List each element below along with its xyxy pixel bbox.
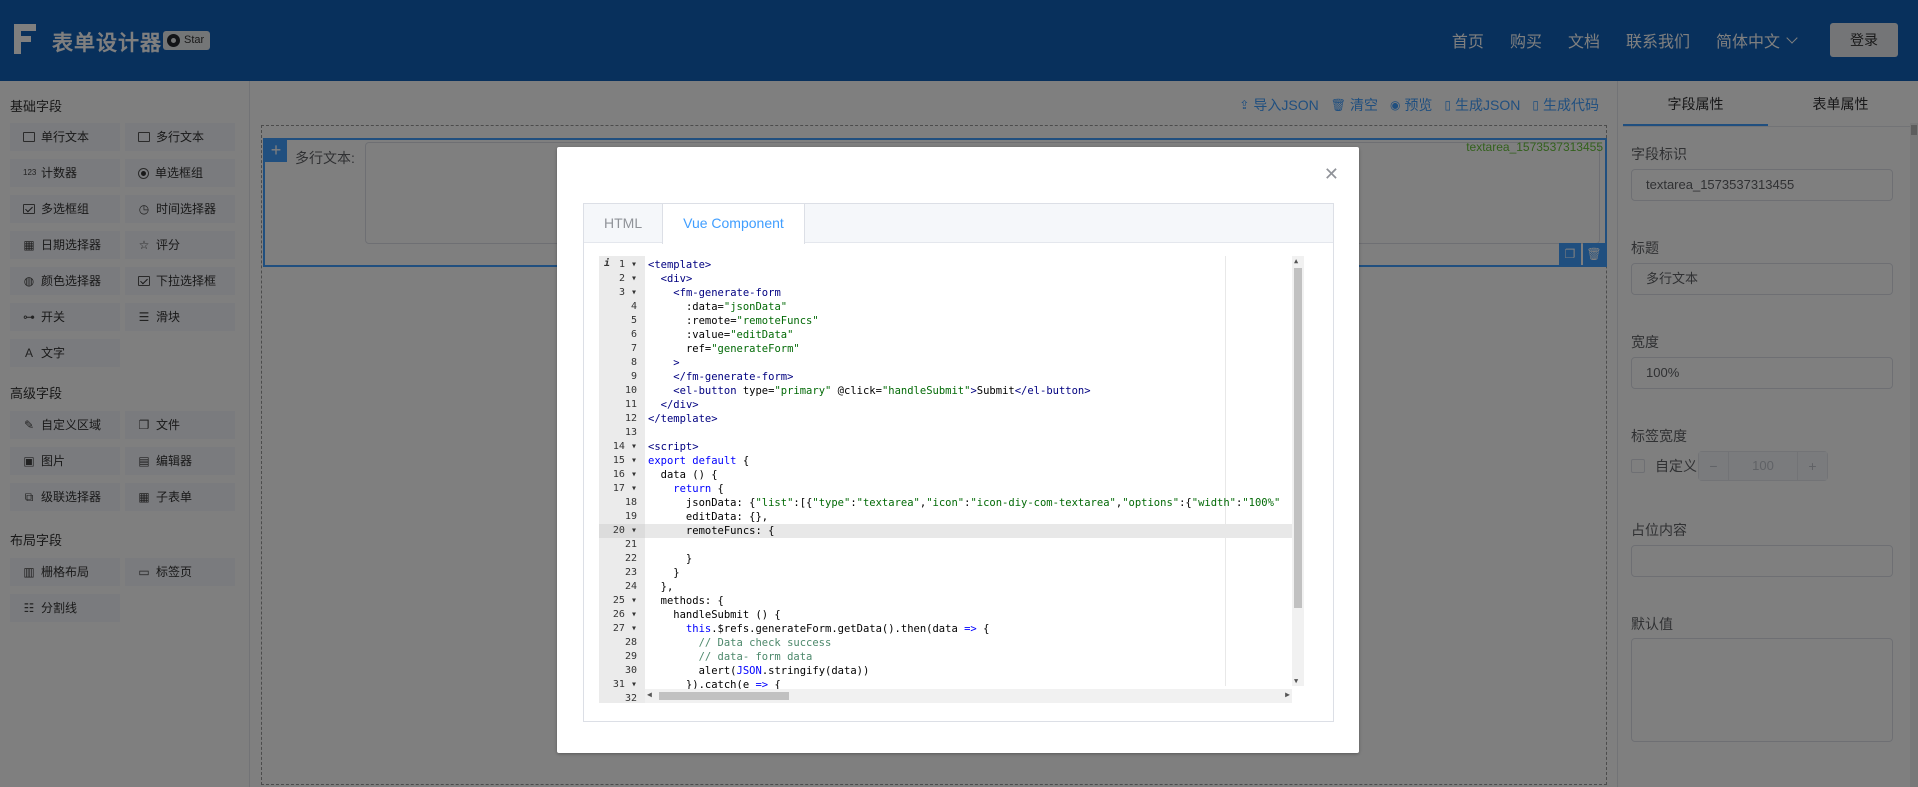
- code-line: :data="jsonData": [685, 301, 788, 313]
- line-number: 30: [624, 665, 637, 676]
- line-number: 17 ▾: [612, 483, 637, 494]
- line-number: 8: [630, 357, 637, 368]
- line-number: 4: [630, 301, 637, 312]
- line-number: 1 ▾: [618, 259, 637, 270]
- code-line: // Data check success: [698, 637, 832, 649]
- code-line: this.$refs.generateForm.getData().then(d…: [685, 623, 990, 635]
- line-number: 7: [630, 343, 637, 354]
- line-number: 5: [630, 315, 637, 326]
- code-line: jsonData: {"list":[{"type":"textarea","i…: [648, 497, 1281, 509]
- scroll-left-icon[interactable]: ◀: [647, 690, 652, 699]
- line-number: 29: [624, 651, 637, 662]
- tab-html[interactable]: HTML: [584, 204, 662, 242]
- line-number: 19: [624, 511, 637, 522]
- vertical-scroll-thumb[interactable]: [1294, 268, 1302, 608]
- line-number: 10: [624, 385, 637, 396]
- line-number: 32: [624, 693, 637, 703]
- line-number: 28: [624, 637, 637, 648]
- code-line: :remote="remoteFuncs": [685, 315, 819, 327]
- code-line: export default {: [648, 455, 750, 467]
- code-line: remoteFuncs: {: [648, 525, 775, 537]
- code-line: methods: {: [648, 595, 724, 607]
- code-line: :value="editData": [685, 329, 794, 341]
- line-number: 16 ▾: [612, 469, 637, 480]
- line-number: 20 ▾: [599, 524, 645, 538]
- horizontal-scroll-thumb[interactable]: [659, 692, 789, 700]
- code-line: </fm-generate-form>: [673, 371, 794, 383]
- line-number: 3 ▾: [618, 287, 637, 298]
- line-number: 15 ▾: [612, 455, 637, 466]
- code-line: // data- form data: [698, 651, 813, 663]
- scroll-right-icon[interactable]: ▶: [1285, 690, 1290, 699]
- code-line: return {: [673, 483, 724, 495]
- line-number: 31 ▾: [612, 679, 637, 690]
- print-margin: [1225, 256, 1226, 686]
- code-line: }: [648, 567, 680, 579]
- line-number: 27 ▾: [612, 623, 637, 634]
- line-number: 22: [624, 553, 637, 564]
- line-number: 18: [624, 497, 637, 508]
- scroll-up-icon[interactable]: ▲: [1294, 257, 1298, 265]
- code-line: },: [648, 581, 674, 593]
- line-number: 25 ▾: [612, 595, 637, 606]
- code-line: alert(JSON.stringify(data)): [648, 665, 870, 677]
- code-line: <div>: [660, 273, 693, 285]
- code-line: }: [648, 553, 693, 565]
- line-number: 13: [624, 427, 637, 438]
- code-line: <script>: [648, 441, 699, 453]
- scroll-down-icon[interactable]: ▼: [1294, 677, 1298, 685]
- editor-vertical-scrollbar[interactable]: ▲ ▼: [1292, 256, 1304, 686]
- code-line: <template>: [648, 259, 712, 271]
- line-number: 24: [624, 581, 637, 592]
- line-number: 26 ▾: [612, 609, 637, 620]
- line-number: 9: [630, 371, 637, 382]
- line-number: 11: [624, 399, 637, 410]
- code-line: </template>: [648, 413, 718, 425]
- code-line: ref="generateForm": [685, 343, 800, 355]
- line-number: 12: [624, 413, 637, 424]
- line-number: 6: [630, 329, 637, 340]
- editor-horizontal-scrollbar[interactable]: ◀ ▶: [645, 689, 1292, 703]
- line-number: 23: [624, 567, 637, 578]
- code-line: <el-button type="primary" @click="handle…: [673, 385, 1091, 397]
- code-line: data () {: [648, 469, 718, 481]
- code-tabs-container: HTML Vue Component i 1 ▾ 2 ▾ 3 ▾ 4 5 6 7 8 …: [583, 203, 1334, 722]
- close-icon[interactable]: ✕: [1324, 165, 1339, 183]
- code-line: >: [673, 357, 680, 369]
- editor-gutter: i 1 ▾ 2 ▾ 3 ▾ 4 5 6 7 8 9 10 11 12 13 14 ▾ 1…: [599, 256, 645, 703]
- code-line: handleSubmit () {: [648, 609, 781, 621]
- line-number: 21: [624, 539, 637, 550]
- line-number: 14 ▾: [612, 441, 637, 452]
- code-line: </div>: [660, 399, 699, 411]
- line-number: 2 ▾: [618, 273, 637, 284]
- editor-code-area[interactable]: <template> <div> <fm-generate-form :data…: [645, 256, 1304, 703]
- code-editor[interactable]: i 1 ▾ 2 ▾ 3 ▾ 4 5 6 7 8 9 10 11 12 13 14 ▾ 1…: [599, 256, 1304, 703]
- generate-code-dialog: ✕ HTML Vue Component i 1 ▾ 2 ▾ 3 ▾ 4 5 6 7 …: [557, 147, 1359, 753]
- code-line: editData: {},: [648, 511, 769, 523]
- code-line: <fm-generate-form: [673, 287, 781, 299]
- tab-vue-component[interactable]: Vue Component: [662, 204, 805, 244]
- code-tabs: HTML Vue Component: [584, 204, 1333, 244]
